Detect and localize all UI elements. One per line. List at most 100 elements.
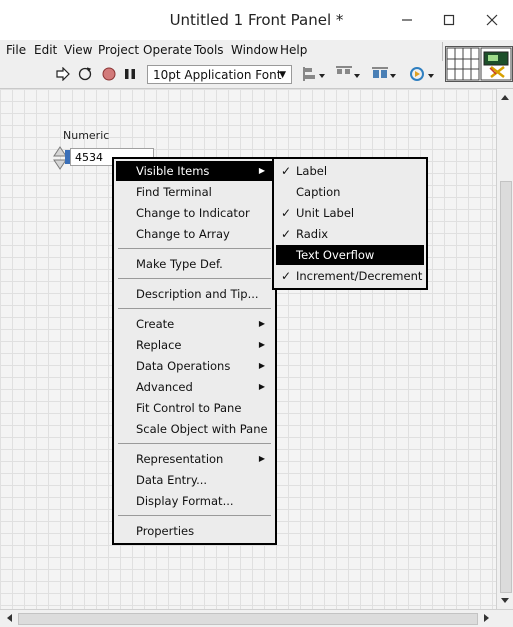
dropdown-arrow-icon: ▼ (279, 70, 286, 80)
context-menu-item[interactable]: Advanced ▶ (116, 377, 273, 397)
submenu-item-text-overflow[interactable]: Text Overflow (276, 245, 424, 265)
scroll-right-button[interactable] (481, 612, 493, 624)
context-menu-item[interactable]: Replace ▶ (116, 335, 273, 355)
menu-project[interactable]: Project (98, 43, 139, 57)
reorder-icon (410, 67, 434, 81)
menu-help[interactable]: Help (280, 43, 307, 57)
menu-view[interactable]: View (64, 43, 92, 57)
scroll-left-arrow-icon (7, 614, 12, 622)
submenu-item-increment-decrement[interactable]: ✓ Increment/Decrement (276, 266, 424, 286)
context-menu-item[interactable]: Display Format... (116, 491, 273, 511)
close-button[interactable] (480, 8, 504, 32)
maximize-icon (443, 14, 455, 26)
submenu-arrow-icon: ▶ (258, 166, 265, 175)
context-menu-item[interactable]: Change to Array (116, 224, 273, 244)
menu-item-label: Data Operations (136, 359, 231, 373)
context-menu-item[interactable]: Fit Control to Pane (116, 398, 273, 418)
toolbar: 10pt Application Font ▼ (0, 61, 513, 89)
scroll-down-arrow-icon (501, 598, 509, 603)
submenu-item-text: Unit Label (296, 206, 355, 220)
context-menu-item[interactable]: Data Operations ▶ (116, 356, 273, 376)
resize-objects-icon (372, 67, 396, 78)
submenu-arrow-icon: ▶ (258, 454, 265, 463)
submenu-arrow-icon: ▶ (258, 319, 265, 328)
checkmark-icon: ✓ (281, 206, 292, 220)
visible-items-submenu: ✓ Label Caption ✓ Unit Label ✓ Radix Tex… (272, 157, 428, 290)
pause-button[interactable] (122, 65, 138, 83)
run-button[interactable] (54, 65, 72, 83)
align-objects-button[interactable] (301, 65, 327, 83)
context-menu-item[interactable]: Data Entry... (116, 470, 273, 490)
title-bar: Untitled 1 Front Panel * (0, 0, 513, 40)
submenu-item-text: Increment/Decrement (296, 269, 423, 283)
scroll-up-arrow-icon (501, 95, 509, 100)
submenu-arrow-icon: ▶ (258, 361, 265, 370)
context-menu-item[interactable]: Find Terminal (116, 182, 273, 202)
submenu-item-text: Caption (296, 185, 341, 199)
distribute-objects-button[interactable] (334, 65, 362, 83)
submenu-item-text: Text Overflow (296, 248, 375, 262)
context-menu-item[interactable]: Make Type Def. (116, 254, 273, 274)
run-continuously-icon (78, 67, 92, 81)
menu-item-label: Replace (136, 338, 182, 352)
run-arrow-icon (56, 67, 70, 81)
resize-objects-button[interactable] (370, 65, 398, 83)
submenu-arrow-icon: ▶ (258, 340, 265, 349)
menu-item-label: Create (136, 317, 175, 331)
abort-button[interactable] (101, 65, 117, 83)
font-dropdown[interactable]: 10pt Application Font ▼ (147, 65, 292, 84)
context-menu-item[interactable]: Properties (116, 521, 273, 541)
maximize-button[interactable] (437, 8, 461, 32)
minimize-button[interactable] (395, 8, 419, 32)
context-menu-item[interactable]: Description and Tip... (116, 284, 273, 304)
scroll-left-button[interactable] (3, 612, 15, 624)
close-icon (486, 14, 498, 26)
context-menu: Visible Items ▶ Find Terminal Change to … (112, 157, 277, 545)
font-dropdown-value: 10pt Application Font (153, 68, 282, 82)
menu-separator (118, 248, 271, 249)
scroll-down-button[interactable] (499, 595, 511, 607)
align-objects-icon (303, 67, 325, 81)
menu-separator (118, 278, 271, 279)
context-menu-item[interactable]: Change to Indicator (116, 203, 273, 223)
context-menu-item[interactable]: Representation ▶ (116, 449, 273, 469)
horizontal-scrollbar[interactable] (0, 609, 513, 627)
checkmark-icon: ✓ (281, 164, 292, 178)
numeric-label: Numeric (63, 129, 110, 142)
vi-connector-icon (446, 47, 512, 81)
menu-item-label: Advanced (136, 380, 193, 394)
context-menu-item[interactable]: Scale Object with Pane (116, 419, 273, 439)
menu-item-label: Visible Items (136, 164, 210, 178)
menu-bar: File Edit View Project Operate Tools Win… (0, 40, 513, 61)
vertical-scrollbar[interactable] (496, 89, 513, 609)
pause-icon (125, 69, 135, 79)
menu-edit[interactable]: Edit (34, 43, 57, 57)
submenu-arrow-icon: ▶ (258, 382, 265, 391)
menu-separator (118, 308, 271, 309)
reorder-button[interactable] (408, 65, 436, 83)
menu-separator (118, 515, 271, 516)
connector-pane-icon[interactable] (445, 46, 513, 82)
menu-file[interactable]: File (6, 43, 26, 57)
scroll-up-button[interactable] (499, 91, 511, 103)
submenu-item-unit-label[interactable]: ✓ Unit Label (276, 203, 424, 223)
menu-item-label: Representation (136, 452, 224, 466)
menu-operate[interactable]: Operate (143, 43, 192, 57)
submenu-item-caption[interactable]: Caption (276, 182, 424, 202)
submenu-item-label[interactable]: ✓ Label (276, 161, 424, 181)
menu-window[interactable]: Window (231, 43, 278, 57)
submenu-item-radix[interactable]: ✓ Radix (276, 224, 424, 244)
checkmark-icon: ✓ (281, 227, 292, 241)
context-menu-item[interactable]: Create ▶ (116, 314, 273, 334)
horizontal-scroll-thumb[interactable] (18, 613, 478, 625)
menu-tools[interactable]: Tools (194, 43, 224, 57)
context-menu-item[interactable]: Visible Items ▶ (116, 161, 273, 181)
distribute-objects-icon (336, 66, 360, 78)
scroll-right-arrow-icon (484, 614, 489, 622)
minimize-icon (402, 19, 412, 21)
menu-separator (118, 443, 271, 444)
run-continuously-button[interactable] (76, 65, 94, 83)
vertical-scroll-thumb[interactable] (500, 181, 512, 593)
checkmark-icon: ✓ (281, 269, 292, 283)
submenu-item-text: Label (296, 164, 328, 178)
